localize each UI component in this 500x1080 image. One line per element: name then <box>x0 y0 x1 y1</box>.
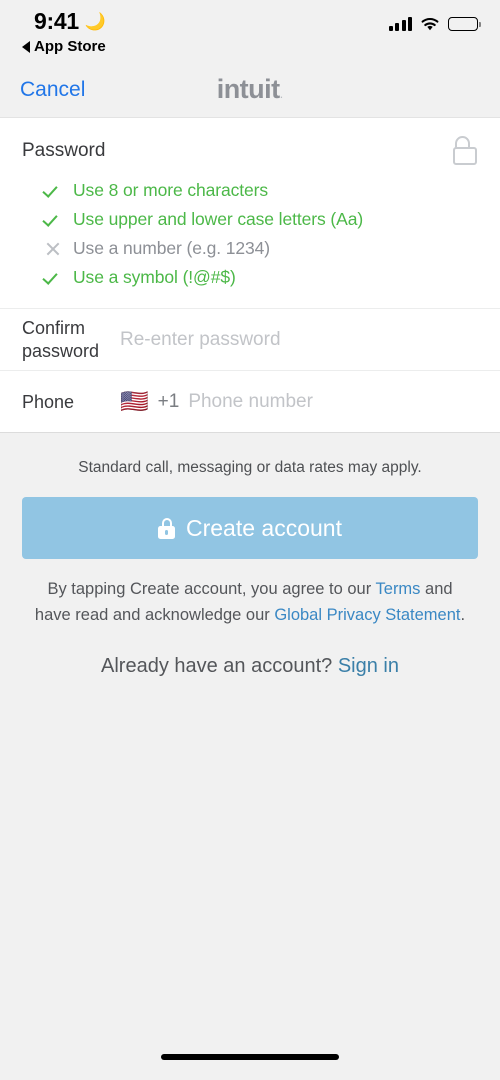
status-time-group: 9:41 🌙 <box>22 10 106 33</box>
us-flag-icon: 🇺🇸 <box>120 388 149 415</box>
phone-label: Phone <box>22 391 75 412</box>
password-rule: Use 8 or more characters <box>22 176 478 205</box>
cancel-button[interactable]: Cancel <box>20 78 85 102</box>
legal-text-part1: By tapping Create account, you agree to … <box>47 580 376 599</box>
lock-icon <box>158 517 175 539</box>
dial-code-label: +1 <box>157 390 180 412</box>
footer-section: Standard call, messaging or data rates m… <box>0 433 500 678</box>
legal-text-part3: . <box>460 605 466 624</box>
sign-in-link[interactable]: Sign in <box>338 655 399 677</box>
back-to-app-store-label: App Store <box>34 38 106 55</box>
unlock-icon[interactable] <box>452 136 478 166</box>
status-bar: 9:41 🌙 App Store <box>0 0 500 62</box>
password-rule: Use a symbol (!@#$) <box>22 263 478 292</box>
app-screen: 9:41 🌙 App Store Cancel intuit. Password… <box>0 0 500 1080</box>
battery-full-icon <box>448 17 481 31</box>
password-rule: Use upper and lower case letters (Aa) <box>22 205 478 234</box>
signin-prompt-label: Already have an account? <box>101 655 338 678</box>
password-rule-label: Use 8 or more characters <box>73 180 269 200</box>
signup-form-card: Password Use 8 or more characters Use up… <box>0 117 500 434</box>
wifi-icon <box>421 17 439 31</box>
confirm-password-input[interactable] <box>120 328 478 351</box>
status-time: 9:41 <box>34 8 79 34</box>
confirm-password-row: Confirm password <box>0 308 500 370</box>
back-to-app-store-link[interactable]: App Store <box>22 38 106 55</box>
triangle-left-icon <box>22 40 30 53</box>
phone-number-input[interactable] <box>188 390 478 413</box>
create-account-label: Create account <box>186 514 342 541</box>
password-label: Password <box>22 140 106 161</box>
check-icon <box>45 182 62 199</box>
create-account-button[interactable]: Create account <box>22 497 478 560</box>
password-header-row: Password <box>0 118 500 172</box>
check-icon <box>45 269 62 286</box>
cross-icon <box>45 240 62 257</box>
home-indicator[interactable] <box>161 1054 339 1060</box>
terms-link[interactable]: Terms <box>376 580 421 598</box>
status-bar-right <box>388 16 481 32</box>
intuit-wordmark: intuit <box>216 74 280 104</box>
check-icon <box>45 211 62 228</box>
confirm-password-label: Confirm password <box>22 318 100 361</box>
cellular-signal-icon <box>388 17 412 31</box>
password-requirements-list: Use 8 or more characters Use upper and l… <box>0 172 500 308</box>
rates-disclaimer: Standard call, messaging or data rates m… <box>78 459 422 477</box>
country-code-selector[interactable]: 🇺🇸 +1 <box>120 390 179 413</box>
signin-prompt-row: Already have an account? Sign in <box>22 628 478 678</box>
intuit-logo-dot: . <box>279 86 284 101</box>
password-rule-label: Use a number (e.g. 1234) <box>73 238 271 258</box>
password-rule-label: Use a symbol (!@#$) <box>73 267 236 287</box>
password-rule: Use a number (e.g. 1234) <box>22 234 478 263</box>
navigation-bar: Cancel intuit. <box>0 62 500 117</box>
legal-disclaimer: By tapping Create account, you agree to … <box>22 559 478 628</box>
password-rule-label: Use upper and lower case letters (Aa) <box>73 209 364 229</box>
phone-row: Phone 🇺🇸 +1 <box>0 370 500 432</box>
crescent-moon-icon: 🌙 <box>84 12 107 31</box>
global-privacy-statement-link[interactable]: Global Privacy Statement <box>274 606 460 624</box>
status-bar-left: 9:41 🌙 App Store <box>22 10 106 55</box>
